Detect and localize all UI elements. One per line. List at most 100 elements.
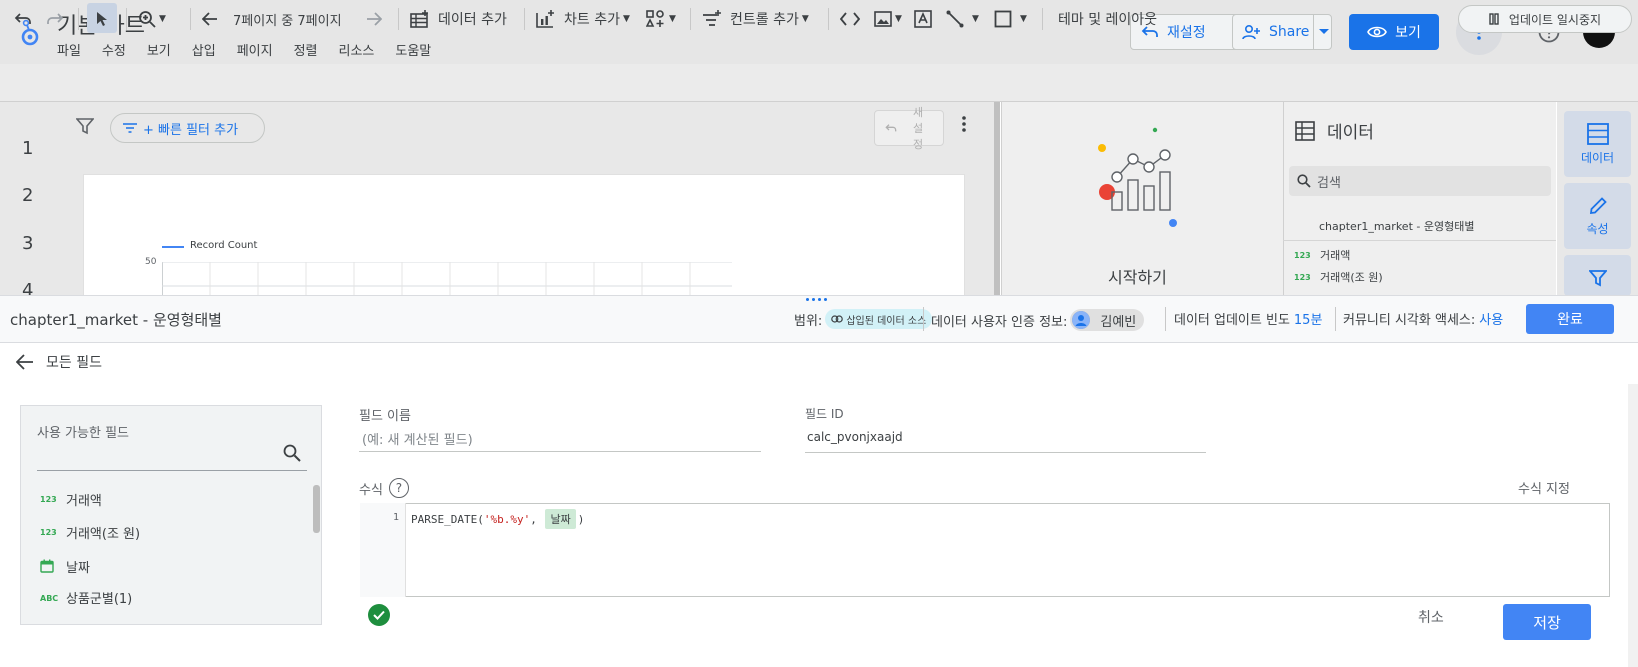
done-button[interactable]: 완료 bbox=[1526, 304, 1614, 334]
freshness-value-link[interactable]: 15분 bbox=[1294, 309, 1323, 328]
credentials-info: 데이터 사용자 인증 정보: 김예빈 bbox=[931, 309, 1145, 331]
next-page-button[interactable] bbox=[366, 0, 382, 38]
available-field-item[interactable]: 날짜 bbox=[40, 557, 90, 576]
canvas-scrollbar[interactable] bbox=[994, 102, 1000, 296]
view-button[interactable]: 보기 bbox=[1349, 14, 1439, 50]
community-viz-info: 커뮤니티 시각화 액세스: 사용 bbox=[1343, 309, 1503, 328]
available-field-item[interactable]: ABC 상품군별(1) bbox=[40, 591, 132, 605]
credentials-user-chip[interactable]: 김예빈 bbox=[1070, 309, 1145, 331]
back-label: 모든 필드 bbox=[46, 355, 102, 371]
cancel-button[interactable]: 취소 bbox=[1418, 607, 1444, 627]
menu-help[interactable]: 도움말 bbox=[395, 40, 431, 59]
data-source-name[interactable]: chapter1_market - 운영형태별 bbox=[1319, 218, 1474, 234]
rail-data-button[interactable]: 데이터 bbox=[1564, 111, 1631, 177]
toolbar-divider bbox=[524, 8, 525, 30]
menu-resource[interactable]: 리소스 bbox=[339, 40, 375, 59]
available-field-item[interactable]: 123 거래액 bbox=[40, 490, 102, 509]
formula-code-line[interactable]: PARSE_DATE('%b.%y', 날짜) bbox=[411, 509, 584, 529]
redo-button[interactable] bbox=[46, 0, 64, 38]
add-quick-filter-button[interactable]: + 빠른 필터 추가 bbox=[110, 113, 265, 143]
insert-image-button[interactable]: ▼ bbox=[874, 0, 902, 38]
filter-reset-button[interactable]: 새설정 bbox=[874, 106, 944, 151]
quick-filter-label: + 빠른 필터 추가 bbox=[143, 122, 239, 138]
embed-url-button[interactable] bbox=[840, 0, 860, 38]
number-type-icon: 123 bbox=[1294, 250, 1311, 260]
previous-page-button[interactable] bbox=[202, 0, 218, 38]
save-button[interactable]: 저장 bbox=[1503, 604, 1591, 640]
back-to-all-fields[interactable]: 모든 필드 bbox=[16, 352, 102, 372]
field-name-input[interactable]: (예: 새 계산된 필드) bbox=[362, 429, 473, 448]
fields-search-input[interactable] bbox=[37, 470, 307, 471]
add-chart-button[interactable]: 차트 추가 ▼ bbox=[536, 0, 630, 38]
data-search-input[interactable]: 검색 bbox=[1289, 166, 1551, 196]
editor-scrollbar[interactable] bbox=[1628, 384, 1638, 667]
add-control-icon bbox=[703, 10, 721, 26]
help-question-icon[interactable]: ? bbox=[388, 478, 409, 498]
menu-edit[interactable]: 수정 bbox=[102, 40, 126, 59]
divider bbox=[1335, 307, 1336, 331]
data-panel-header: 데이터 bbox=[1295, 118, 1374, 143]
formula-close: ) bbox=[577, 512, 585, 526]
scope-info: 범위: 삽입된 데이터 소스 bbox=[794, 309, 933, 329]
freshness-label: 데이터 업데이트 빈도 bbox=[1174, 313, 1290, 328]
data-field-item[interactable]: 123 거래액(조 원) bbox=[1294, 269, 1383, 285]
pause-updates-button[interactable]: 업데이트 일시중지 bbox=[1458, 5, 1632, 33]
insert-text-button[interactable] bbox=[914, 0, 932, 38]
undo-icon bbox=[14, 13, 31, 24]
text-box-icon bbox=[914, 10, 932, 28]
toolbar-divider bbox=[190, 8, 191, 30]
insert-shape-button[interactable]: ▼ bbox=[994, 0, 1027, 38]
add-data-label: 데이터 추가 bbox=[438, 12, 507, 28]
available-field-item[interactable]: 123 거래액(조 원) bbox=[40, 523, 140, 542]
available-field-name: 거래액 bbox=[66, 494, 102, 509]
formula-field-chip[interactable]: 날짜 bbox=[545, 509, 576, 529]
theme-layout-button[interactable]: 테마 및 레이아웃 bbox=[1058, 0, 1157, 38]
search-icon[interactable] bbox=[283, 444, 301, 462]
community-viz-value-link[interactable]: 사용 bbox=[1479, 309, 1503, 328]
filter-reset-label: 새설정 bbox=[913, 106, 924, 151]
format-formula-link[interactable]: 수식 지정 bbox=[1518, 478, 1570, 497]
data-field-item[interactable]: 123 거래액 bbox=[1294, 247, 1350, 263]
number-type-icon: 123 bbox=[1294, 272, 1311, 282]
embedded-source-chip[interactable]: 삽입된 데이터 소스 bbox=[825, 309, 933, 329]
chart-gridlines[interactable] bbox=[162, 262, 732, 296]
add-data-button[interactable]: 데이터 추가 bbox=[410, 0, 507, 38]
share-dropdown-button[interactable] bbox=[1313, 14, 1333, 50]
link-icon bbox=[831, 315, 844, 323]
table-icon bbox=[1586, 122, 1609, 145]
search-icon bbox=[1297, 174, 1311, 188]
community-viz-button[interactable]: ▼ bbox=[646, 0, 676, 38]
rail-filter-button[interactable] bbox=[1564, 255, 1631, 296]
more-vert-icon[interactable] bbox=[962, 116, 966, 132]
embedded-source-label: 삽입된 데이터 소스 bbox=[846, 315, 927, 327]
arrow-right-icon bbox=[367, 12, 382, 26]
data-search-placeholder: 검색 bbox=[1317, 175, 1341, 191]
menu-view[interactable]: 보기 bbox=[147, 40, 171, 59]
share-label: Share bbox=[1269, 24, 1310, 40]
undo-button[interactable] bbox=[14, 0, 32, 38]
panel-resize-handle[interactable] bbox=[806, 298, 830, 302]
menu-arrange[interactable]: 정렬 bbox=[294, 40, 318, 59]
add-chart-label: 차트 추가 bbox=[564, 12, 620, 28]
zoom-button[interactable]: ▼ bbox=[138, 0, 166, 38]
code-brackets-icon bbox=[840, 12, 860, 26]
menu-page[interactable]: 페이지 bbox=[237, 40, 273, 59]
cursor-arrow-icon bbox=[97, 12, 107, 26]
toolbar-divider bbox=[78, 8, 79, 30]
filter-funnel-icon[interactable] bbox=[76, 117, 94, 135]
menu-insert[interactable]: 삽입 bbox=[192, 40, 216, 59]
row-number: 1 bbox=[22, 138, 34, 159]
field-id-input[interactable]: calc_pvonjxaajd bbox=[807, 430, 903, 444]
select-tool[interactable] bbox=[96, 0, 108, 38]
getting-started-label[interactable]: 시작하기 bbox=[1108, 264, 1167, 288]
toolbar-divider bbox=[828, 8, 829, 30]
text-type-icon: ABC bbox=[40, 594, 59, 603]
menu-file[interactable]: 파일 bbox=[57, 40, 81, 59]
add-data-icon bbox=[410, 10, 428, 28]
insert-line-button[interactable]: ▼ bbox=[946, 0, 979, 38]
add-control-button[interactable]: 컨트롤 추가 ▼ bbox=[702, 0, 809, 38]
number-type-icon: 123 bbox=[40, 528, 57, 537]
caret-down-icon bbox=[1318, 29, 1329, 34]
fields-scrollbar[interactable] bbox=[313, 485, 320, 533]
rail-properties-button[interactable]: 속성 bbox=[1564, 183, 1631, 249]
